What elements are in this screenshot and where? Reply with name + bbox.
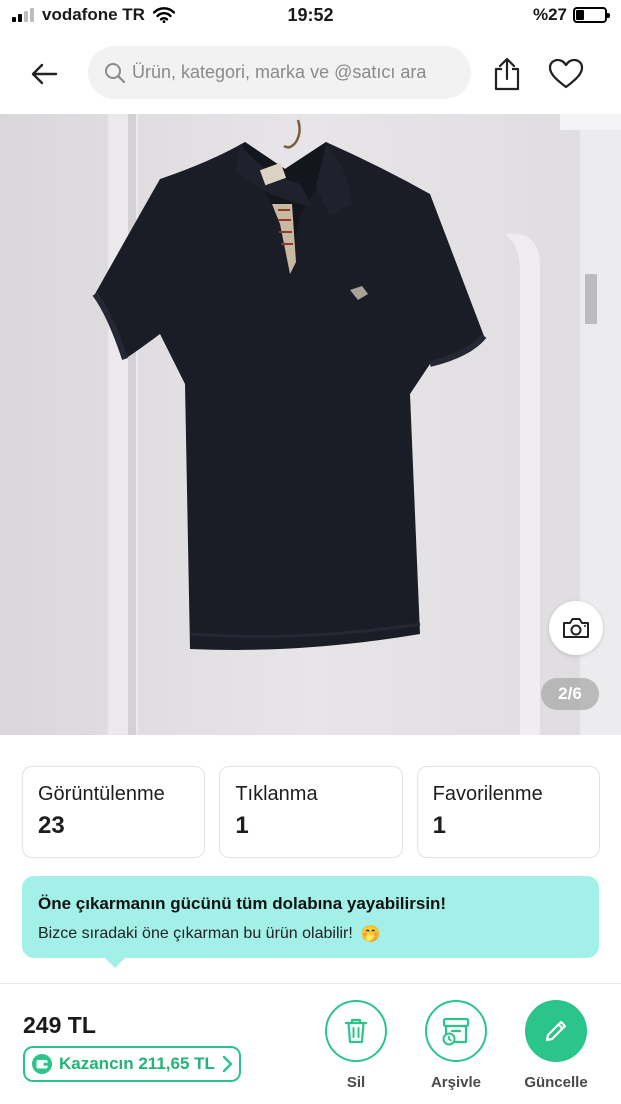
stat-value: 1	[235, 812, 249, 839]
archive-circle[interactable]	[425, 1000, 487, 1062]
update-circle[interactable]	[525, 1000, 587, 1062]
product-page: vodafone TR 19:52 %27 Ürün, kategori, ma…	[0, 0, 621, 1104]
search-icon	[105, 62, 126, 83]
archive-icon	[442, 1017, 470, 1046]
promo-subtitle-row: Bizce sıradaki öne çıkarman bu ürün olab…	[38, 924, 583, 944]
delete-label: Sil	[346, 1074, 366, 1091]
stat-value: 23	[38, 812, 65, 839]
heart-icon	[548, 58, 584, 89]
stat-label: Görüntülenme	[38, 783, 165, 805]
product-image[interactable]: 2/6	[0, 114, 621, 735]
promo-title: Öne çıkarmanın gücünü tüm dolabına yayab…	[38, 894, 447, 913]
product-photo	[0, 114, 621, 735]
camera-icon	[563, 618, 589, 638]
stat-value: 1	[432, 812, 447, 839]
chevron-right-icon	[222, 1055, 233, 1073]
stat-views: Görüntülenme 23	[22, 766, 206, 858]
battery-info: %27	[532, 5, 610, 25]
price: 249 TL	[23, 1012, 96, 1038]
emoji-icon: 🤭	[360, 926, 381, 943]
battery-icon	[573, 7, 610, 23]
stat-clicks: Tıklanma 1	[219, 766, 403, 858]
archive-button[interactable]: Arşivle	[421, 1000, 491, 1091]
clock: 19:52	[287, 5, 334, 25]
wallet-icon	[32, 1054, 52, 1074]
favorite-button[interactable]	[543, 52, 589, 96]
search-input[interactable]: Ürün, kategori, marka ve @satıcı ara	[88, 46, 471, 99]
trash-icon	[344, 1018, 368, 1044]
promo-banner[interactable]: Öne çıkarmanın gücünü tüm dolabına yayab…	[22, 876, 599, 968]
delete-button[interactable]: Sil	[321, 1000, 391, 1091]
update-button[interactable]: Güncelle	[521, 1000, 591, 1091]
image-counter: 2/6	[541, 678, 599, 710]
stat-label: Tıklanma	[235, 783, 318, 805]
status-bar: vodafone TR 19:52 %27	[0, 0, 621, 34]
share-icon	[494, 57, 520, 91]
update-label: Güncelle	[524, 1074, 588, 1091]
delete-circle[interactable]	[325, 1000, 387, 1062]
battery-percent: %27	[532, 5, 567, 24]
stat-label: Favorilenme	[432, 783, 543, 805]
bottom-action-bar: 249 TL Kazancın 211,65 TL Sil Arşivle Gü…	[0, 983, 621, 1104]
top-nav: Ürün, kategori, marka ve @satıcı ara	[0, 40, 621, 106]
back-button[interactable]	[22, 52, 66, 96]
camera-button[interactable]	[549, 601, 603, 655]
promo-subtitle: Bizce sıradaki öne çıkarman bu ürün olab…	[38, 925, 353, 942]
archive-label: Arşivle	[430, 1074, 482, 1091]
share-button[interactable]	[486, 52, 528, 96]
stat-favorites: Favorilenme 1	[416, 766, 600, 858]
stats-row: Görüntülenme 23 Tıklanma 1 Favorilenme 1	[22, 766, 600, 858]
search-placeholder: Ürün, kategori, marka ve @satıcı ara	[132, 62, 427, 82]
earnings-text: Kazancın 211,65 TL	[59, 1054, 215, 1073]
earnings-button[interactable]: Kazancın 211,65 TL	[23, 1046, 241, 1082]
arrow-left-icon	[31, 63, 58, 85]
pencil-icon	[545, 1020, 567, 1042]
